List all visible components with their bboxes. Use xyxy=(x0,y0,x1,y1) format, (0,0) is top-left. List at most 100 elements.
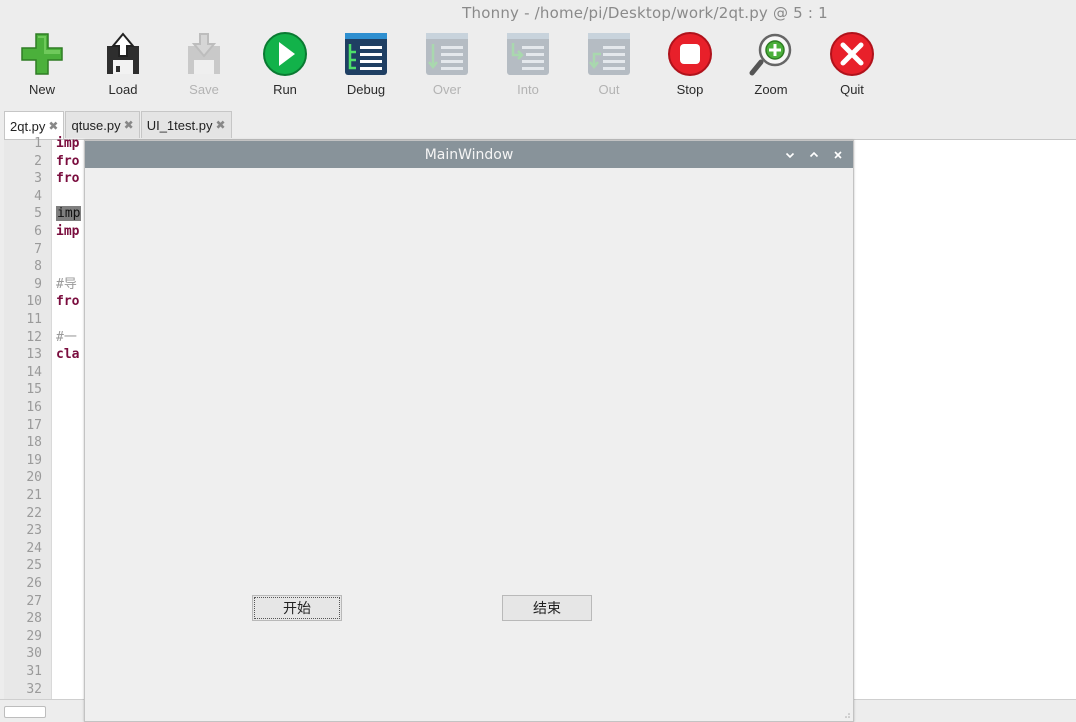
line-number: 23 xyxy=(26,523,42,539)
minimize-icon[interactable] xyxy=(783,148,797,162)
zoom-button[interactable]: Zoom xyxy=(731,28,811,100)
code-line: imp xyxy=(56,135,79,153)
quit-label: Quit xyxy=(840,82,864,97)
line-number: 12 xyxy=(26,329,42,345)
close-icon[interactable]: ✖ xyxy=(48,119,58,133)
close-icon[interactable]: ✖ xyxy=(124,118,134,132)
stop-icon xyxy=(668,32,712,76)
line-number: 20 xyxy=(26,470,42,486)
step-over-label: Over xyxy=(432,82,462,97)
load-label: Load xyxy=(108,82,138,97)
line-number: 29 xyxy=(26,628,42,644)
zoom-label: Zoom xyxy=(754,82,788,97)
line-number: 4 xyxy=(34,188,42,204)
tab-ui-1test[interactable]: UI_1test.py ✖ xyxy=(140,111,232,138)
stop-label: Stop xyxy=(676,82,704,97)
qt-window-title: MainWindow xyxy=(424,146,514,163)
maximize-icon[interactable] xyxy=(807,148,821,162)
code-line: fro xyxy=(56,293,79,311)
run-button[interactable]: Run xyxy=(245,28,325,100)
line-number-gutter: 1 2 3 4 5 6 7 8 9 10 11 12 13 14 15 16 17 18 19 20 21 22 23 24 2… xyxy=(4,136,52,700)
line-number: 9 xyxy=(34,276,42,292)
qt-main-window[interactable]: MainWindow 开始 结束 xyxy=(84,140,854,722)
debug-button[interactable]: Debug xyxy=(326,28,406,100)
new-icon xyxy=(21,33,63,75)
line-number: 1 xyxy=(34,136,42,151)
start-button[interactable]: 开始 xyxy=(252,595,342,621)
line-number: 24 xyxy=(26,540,42,556)
code-token: cla xyxy=(56,347,80,363)
code-line: #一 xyxy=(56,329,77,347)
bottom-panel-tab[interactable] xyxy=(4,706,46,718)
close-icon[interactable] xyxy=(831,148,845,162)
save-button[interactable]: Save xyxy=(164,28,244,100)
code-line: cla xyxy=(56,346,79,364)
code-token: #一 xyxy=(56,329,77,345)
line-number: 31 xyxy=(26,664,42,679)
line-number: 14 xyxy=(26,364,42,380)
line-number: 2 xyxy=(34,153,42,169)
end-button[interactable]: 结束 xyxy=(502,595,592,621)
step-over-icon xyxy=(426,33,468,75)
code-line: fro xyxy=(56,153,79,171)
close-icon[interactable]: ✖ xyxy=(215,118,225,132)
code-token: fro xyxy=(56,153,80,169)
save-label: Save xyxy=(189,82,219,97)
tab-label: qtuse.py xyxy=(71,117,121,133)
line-number: 30 xyxy=(26,646,42,662)
line-number: 18 xyxy=(26,435,42,451)
code-token: imp xyxy=(56,206,82,222)
load-icon xyxy=(107,32,139,74)
code-token: fro xyxy=(56,171,80,187)
code-token: imp xyxy=(56,224,80,239)
new-label: New xyxy=(28,82,55,97)
debug-label: Debug xyxy=(346,82,386,97)
step-out-button[interactable]: Out xyxy=(569,28,649,100)
step-into-label: Into xyxy=(517,82,539,97)
debug-icon xyxy=(345,33,387,75)
tab-label: UI_1test.py xyxy=(146,117,213,133)
step-into-icon xyxy=(507,33,549,75)
line-number: 11 xyxy=(26,312,42,327)
editor-tabbar: 2qt.py ✖ qtuse.py ✖ UI_1test.py ✖ xyxy=(4,111,233,140)
code-line: #导 xyxy=(56,276,77,294)
tab-label: 2qt.py xyxy=(10,118,46,134)
qt-window-titlebar[interactable]: MainWindow xyxy=(85,141,853,168)
step-into-button[interactable]: Into xyxy=(488,28,568,100)
line-number: 22 xyxy=(26,505,42,521)
line-number: 5 xyxy=(34,206,42,222)
line-number: 16 xyxy=(26,400,42,415)
line-number: 13 xyxy=(26,347,42,363)
resize-grip-icon[interactable] xyxy=(843,711,851,719)
line-number: 8 xyxy=(34,259,42,275)
line-number: 6 xyxy=(34,224,42,239)
code-line: imp xyxy=(56,223,79,241)
line-number: 27 xyxy=(26,593,42,609)
new-button[interactable]: New xyxy=(2,28,82,100)
code-token: fro xyxy=(56,294,80,310)
stop-button[interactable]: Stop xyxy=(650,28,730,100)
quit-icon xyxy=(830,32,874,76)
line-number: 26 xyxy=(26,576,42,591)
line-number: 28 xyxy=(26,611,42,627)
step-out-label: Out xyxy=(598,82,620,97)
line-number: 7 xyxy=(34,241,42,257)
line-number: 3 xyxy=(34,171,42,187)
code-token: imp xyxy=(56,136,80,151)
window-controls xyxy=(783,141,845,168)
quit-button[interactable]: Quit xyxy=(812,28,892,100)
line-number: 15 xyxy=(26,382,42,398)
tab-qtuse[interactable]: qtuse.py ✖ xyxy=(65,111,140,138)
code-token: #导 xyxy=(56,276,77,292)
window-title: Thonny - /home/pi/Desktop/work/2qt.py @ … xyxy=(462,4,828,22)
line-number: 19 xyxy=(26,452,42,468)
line-number: 17 xyxy=(26,417,42,433)
run-label: Run xyxy=(273,82,297,97)
load-button[interactable]: Load xyxy=(83,28,163,100)
line-number: 25 xyxy=(26,558,42,574)
run-icon xyxy=(263,32,307,76)
line-number: 32 xyxy=(26,681,42,697)
save-icon xyxy=(188,33,220,74)
code-line: fro xyxy=(56,170,79,188)
step-over-button[interactable]: Over xyxy=(407,28,487,100)
